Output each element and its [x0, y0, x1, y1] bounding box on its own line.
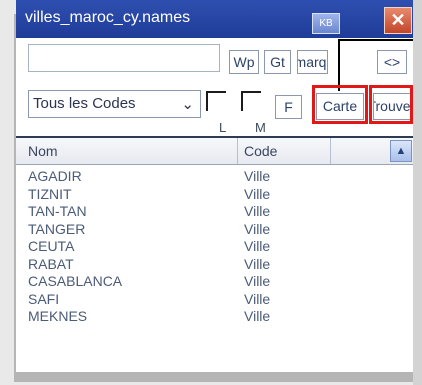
- cell-code: Ville: [244, 255, 271, 272]
- annotation-black-stem: [338, 41, 340, 91]
- toolbar: Wp Gt marq <> Tous les Codes ⌄ L M F Car…: [16, 38, 413, 138]
- chevron-up-icon: ▲: [395, 145, 407, 157]
- checkbox-m[interactable]: [241, 91, 261, 111]
- cell-nom: CASABLANCA: [28, 273, 123, 289]
- cell-code: Ville: [244, 290, 271, 307]
- cell-nom: RABAT: [28, 255, 74, 272]
- waypoint-button[interactable]: Wp: [229, 50, 259, 74]
- cell-nom: AGADIR: [28, 168, 82, 184]
- title-bar: villes_maroc_cy.names KB ✕: [16, 0, 413, 38]
- cell-code: Ville: [244, 203, 271, 219]
- cell-code: Ville: [244, 308, 271, 324]
- code-filter-value: Tous les Codes: [33, 95, 136, 112]
- keyboard-button[interactable]: KB: [312, 13, 340, 34]
- cell-nom: MEKNES: [28, 308, 88, 324]
- table-row[interactable]: MEKNES Ville: [16, 308, 413, 326]
- device-screen: villes_maroc_cy.names KB ✕ Wp Gt marq <>…: [16, 0, 413, 372]
- cell-nom: SAFI: [28, 290, 60, 307]
- table-row[interactable]: RABAT Ville: [16, 256, 413, 274]
- scroll-up-button[interactable]: ▲: [390, 140, 412, 162]
- checkbox-l[interactable]: [206, 91, 226, 111]
- chevron-down-icon: ⌄: [181, 96, 194, 113]
- table-row[interactable]: CEUTA Ville: [16, 238, 413, 256]
- column-divider: [237, 138, 238, 164]
- cell-code: Ville: [244, 273, 271, 289]
- photo-frame-edge: [413, 0, 422, 385]
- annotation-black-outline: [338, 39, 413, 83]
- marq-button[interactable]: marq: [297, 50, 328, 74]
- column-header-nom[interactable]: Nom: [28, 143, 58, 159]
- cell-nom: CEUTA: [28, 238, 75, 254]
- annotation-red-box-carte: [312, 85, 368, 124]
- close-button[interactable]: ✕: [384, 7, 412, 34]
- annotation-red-box-trouve: [369, 85, 413, 124]
- table-body: AGADIR Ville TIZNIT Ville TAN-TAN Ville …: [16, 168, 413, 326]
- checkbox-l-label: L: [219, 120, 227, 135]
- cell-nom: TANGER: [28, 220, 86, 237]
- table-row[interactable]: TIZNIT Ville: [16, 186, 413, 204]
- table-header: Nom Code ▲: [16, 138, 413, 165]
- cell-code: Ville: [244, 168, 271, 184]
- table-row[interactable]: AGADIR Ville: [16, 168, 413, 186]
- table-row[interactable]: SAFI Ville: [16, 291, 413, 309]
- cell-code: Ville: [244, 238, 271, 254]
- goto-button[interactable]: Gt: [264, 50, 291, 74]
- cell-nom: TIZNIT: [28, 185, 72, 202]
- column-header-code[interactable]: Code: [244, 143, 277, 159]
- column-divider: [330, 138, 331, 164]
- checkbox-m-label: M: [255, 120, 266, 135]
- names-table: Nom Code ▲ AGADIR Ville TIZNIT Ville TAN…: [16, 138, 413, 372]
- f-button[interactable]: F: [275, 95, 302, 119]
- cell-nom: TAN-TAN: [28, 203, 87, 219]
- table-row[interactable]: CASABLANCA Ville: [16, 273, 413, 291]
- code-filter-dropdown[interactable]: Tous les Codes ⌄: [28, 90, 201, 118]
- cell-code: Ville: [244, 220, 271, 237]
- table-row[interactable]: TAN-TAN Ville: [16, 203, 413, 221]
- search-input[interactable]: [28, 44, 220, 72]
- window-title: villes_maroc_cy.names: [25, 9, 191, 26]
- cell-code: Ville: [244, 185, 271, 202]
- table-row[interactable]: TANGER Ville: [16, 221, 413, 239]
